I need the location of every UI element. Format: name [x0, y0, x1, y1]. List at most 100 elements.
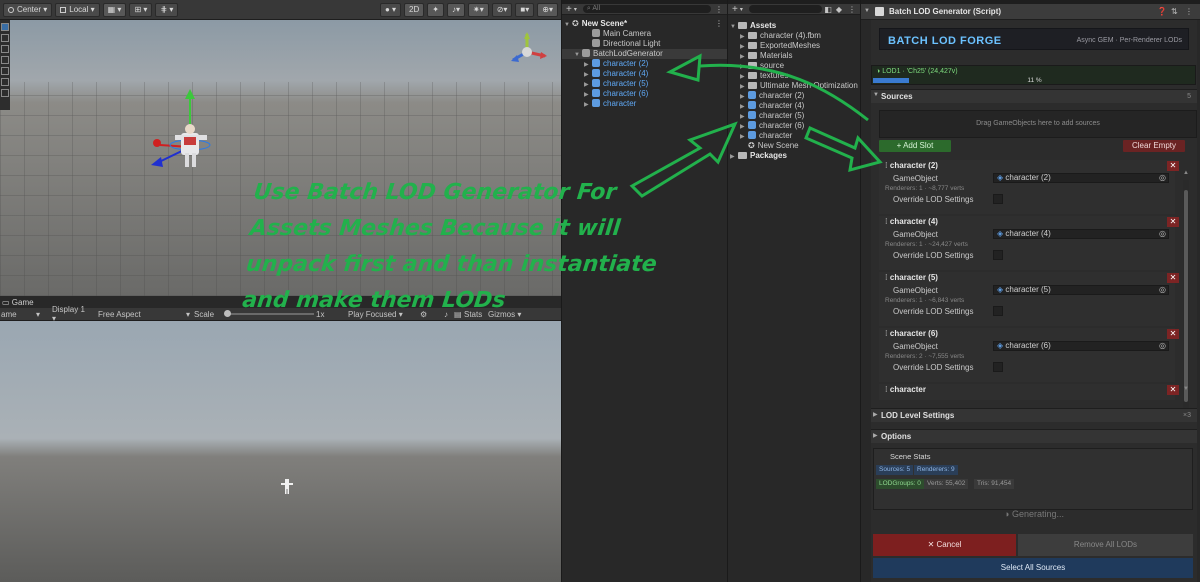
hierarchy-item[interactable]: ▶ character (4)	[562, 69, 727, 79]
gizmos-button[interactable]: ⊕ ▾	[537, 2, 558, 17]
hierarchy-item[interactable]: Directional Light	[562, 39, 727, 49]
hierarchy-item[interactable]: ▶ character (2)	[562, 59, 727, 69]
gameobject-field[interactable]: ◈ character (2) ◎	[993, 173, 1169, 183]
more-icon[interactable]: ⋮	[844, 5, 860, 14]
gameobject-field[interactable]: ◈ character (4) ◎	[993, 229, 1169, 239]
pivot-dropdown[interactable]: Center ▾	[3, 2, 53, 17]
project-item[interactable]: ▶ Ultimate Mesh Optimization S	[728, 81, 865, 91]
snap-button[interactable]: ⊞ ▾	[129, 2, 153, 17]
help-icon[interactable]: ❓	[1157, 7, 1167, 16]
filter-type-icon[interactable]: ◧	[822, 5, 834, 14]
hand-tool-icon[interactable]	[1, 23, 9, 31]
slots-scrollbar-thumb[interactable]	[1184, 190, 1188, 402]
add-slot-button[interactable]: + Add Slot	[879, 140, 951, 152]
collapse-triangle-icon[interactable]: ▶	[730, 152, 738, 162]
sources-foldout[interactable]: ▼ Sources 5	[871, 89, 1197, 103]
camera-settings-button[interactable]: ■ ▾	[515, 2, 535, 17]
expand-triangle-icon[interactable]: ▼	[574, 50, 582, 60]
object-picker-icon[interactable]: ◎	[1159, 286, 1168, 294]
selected-character-gizmo[interactable]	[145, 85, 235, 175]
transform-tool-icon[interactable]	[1, 78, 9, 86]
tab-game[interactable]: ▭ Game	[0, 298, 34, 307]
object-picker-icon[interactable]: ◎	[1159, 174, 1168, 182]
hierarchy-search-input[interactable]: ⌕ All	[582, 5, 711, 13]
hierarchy-scene-row[interactable]: ▼ ✪ New Scene* ⋮	[562, 19, 727, 29]
game-viewport[interactable]	[0, 321, 561, 582]
drag-handle-icon[interactable]: ⁞	[885, 217, 888, 226]
space-dropdown[interactable]: Local ▾	[55, 2, 100, 17]
filter-label-icon[interactable]: ◆	[834, 5, 844, 14]
project-item[interactable]: ▶ character (4)	[728, 101, 860, 111]
draw-mode-button[interactable]: ● ▾	[379, 2, 402, 17]
gameobject-field[interactable]: ◈ character (6) ◎	[993, 341, 1169, 351]
rotate-tool-icon[interactable]	[1, 45, 9, 53]
grid-snap-button[interactable]: ▦ ▾	[102, 2, 127, 17]
project-item[interactable]: ✪ New Scene	[728, 141, 860, 151]
project-item[interactable]: ▶ character (5)	[728, 111, 860, 121]
project-item[interactable]: ▶ source	[728, 61, 860, 71]
project-item[interactable]: ▶ textures	[728, 71, 860, 81]
preset-icon[interactable]: ⇅	[1171, 7, 1178, 16]
remove-all-lods-button[interactable]: Remove All LODs	[1018, 534, 1193, 556]
orientation-gizmo-icon[interactable]	[505, 30, 549, 74]
create-icon[interactable]: +	[728, 4, 738, 15]
custom-tool-icon[interactable]	[1, 89, 9, 97]
scale-tool-icon[interactable]	[1, 56, 9, 64]
hierarchy-item[interactable]: ▼ BatchLodGenerator	[562, 49, 727, 59]
add-icon[interactable]: +	[562, 4, 572, 15]
scroll-down-icon[interactable]: ▼	[1183, 386, 1189, 392]
expand-triangle-icon[interactable]: ▶	[584, 100, 592, 110]
toggle-2d-button[interactable]: 2D	[404, 2, 425, 17]
options-foldout[interactable]: ▶ Options	[871, 429, 1197, 443]
chevron-down-icon[interactable]: ▾	[738, 6, 743, 13]
effects-toggle[interactable]: ✷ ▾	[467, 2, 489, 17]
foldout-triangle-icon[interactable]: ▼	[864, 8, 870, 14]
scene-more-icon[interactable]: ⋮	[715, 19, 727, 29]
hierarchy-item[interactable]: ▶ character (5)	[562, 79, 727, 89]
remove-slot-button[interactable]: ✕	[1167, 217, 1179, 227]
expand-triangle-icon[interactable]: ▼	[564, 20, 572, 30]
select-all-sources-button[interactable]: Select All Sources	[873, 558, 1193, 578]
increment-button[interactable]: ⋕ ▾	[155, 2, 179, 17]
scroll-up-icon[interactable]: ▲	[1183, 170, 1189, 176]
project-item[interactable]: ▶ character	[728, 131, 860, 141]
project-packages-row[interactable]: ▶ Packages	[728, 151, 860, 161]
project-assets-row[interactable]: ▼ Assets	[728, 21, 860, 31]
clear-empty-button[interactable]: Clear Empty	[1123, 140, 1185, 152]
override-checkbox[interactable]	[993, 194, 1003, 204]
object-picker-icon[interactable]: ◎	[1159, 230, 1168, 238]
project-item[interactable]: ▶ character (6)	[728, 121, 860, 131]
drag-handle-icon[interactable]: ⁞	[885, 161, 888, 170]
lod-level-settings-foldout[interactable]: ▶ LOD Level Settings ×3	[871, 408, 1197, 422]
project-item[interactable]: ▶ character (2)	[728, 91, 860, 101]
project-item[interactable]: ▶ Materials	[728, 51, 860, 61]
cancel-button[interactable]: ✕ Cancel	[873, 534, 1016, 556]
drag-handle-icon[interactable]: ⁞	[885, 385, 888, 394]
hierarchy-item[interactable]: ▶ character (6)	[562, 89, 727, 99]
move-tool-icon[interactable]	[1, 34, 9, 42]
hierarchy-item[interactable]: ▶ character	[562, 99, 727, 109]
hidden-objects-toggle[interactable]: ⊘ ▾	[491, 2, 513, 17]
remove-slot-button[interactable]: ✕	[1167, 273, 1179, 283]
component-header[interactable]: ▼ Batch LOD Generator (Script) ❓ ⇅ ⋮	[861, 4, 1200, 20]
project-search-input[interactable]	[748, 5, 823, 13]
remove-slot-button[interactable]: ✕	[1167, 329, 1179, 339]
remove-slot-button[interactable]: ✕	[1167, 161, 1179, 171]
override-checkbox[interactable]	[993, 250, 1003, 260]
remove-slot-button[interactable]: ✕	[1167, 385, 1179, 395]
chevron-down-icon[interactable]: ▾	[572, 6, 577, 13]
object-picker-icon[interactable]: ◎	[1159, 342, 1168, 350]
rect-tool-icon[interactable]	[1, 67, 9, 75]
project-item[interactable]: ▶ ExportedMeshes	[728, 41, 860, 51]
more-icon[interactable]: ⋮	[711, 5, 727, 14]
expand-triangle-icon[interactable]: ▼	[730, 22, 738, 32]
override-checkbox[interactable]	[993, 306, 1003, 316]
drag-handle-icon[interactable]: ⁞	[885, 273, 888, 282]
generating-button[interactable]: ◑ Generating...	[871, 505, 1197, 523]
drag-handle-icon[interactable]: ⁞	[885, 329, 888, 338]
audio-toggle[interactable]: ♪ ▾	[446, 2, 465, 17]
more-icon[interactable]: ⋮	[1185, 7, 1193, 16]
override-checkbox[interactable]	[993, 362, 1003, 372]
lighting-toggle[interactable]: ✦	[427, 2, 444, 17]
hierarchy-item[interactable]: Main Camera	[562, 29, 727, 39]
